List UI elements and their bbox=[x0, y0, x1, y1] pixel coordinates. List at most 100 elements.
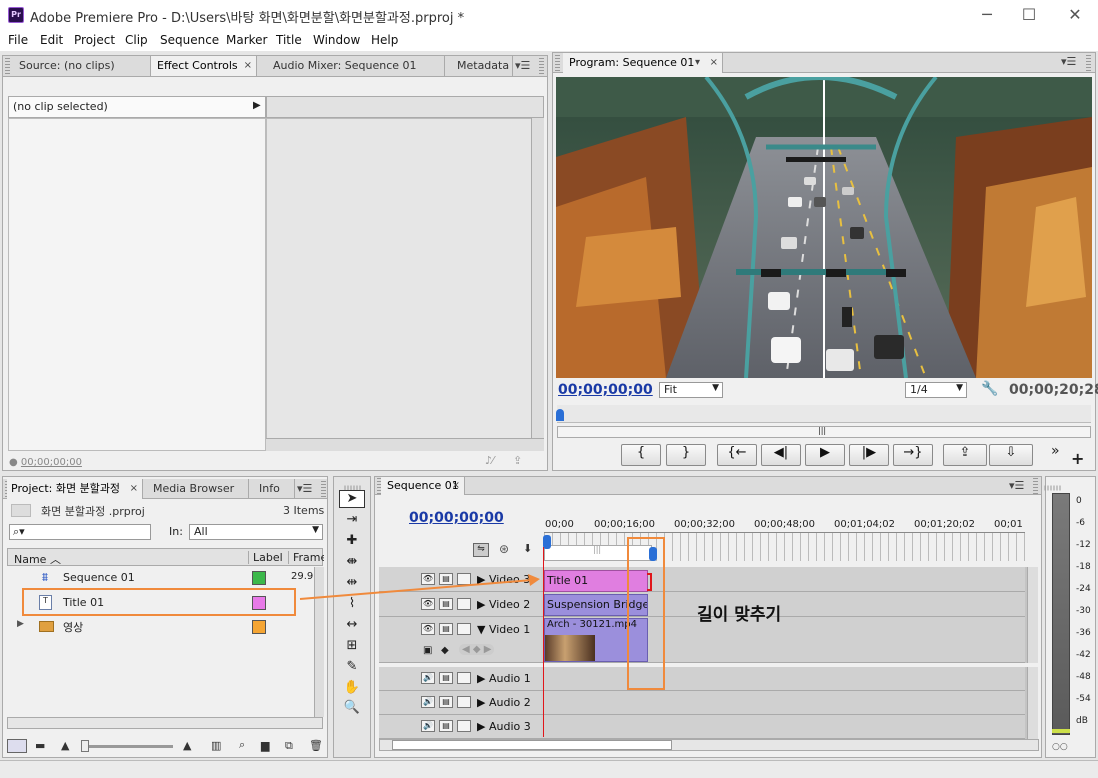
fit-dropdown[interactable]: Fit ▼ bbox=[659, 382, 723, 398]
tab-source[interactable]: Source: (no clips) bbox=[13, 56, 151, 76]
solo-buttons-icon[interactable]: ○○ bbox=[1052, 742, 1068, 752]
panel-grip[interactable] bbox=[1086, 55, 1091, 71]
tab-media-browser[interactable]: Media Browser bbox=[143, 479, 249, 499]
selection-tool-icon[interactable]: ➤ bbox=[339, 490, 365, 508]
play-triangle-icon[interactable]: ▶ bbox=[253, 100, 261, 111]
lift-button[interactable]: ⇪ bbox=[943, 444, 987, 466]
new-bin-icon[interactable]: ▆ bbox=[261, 739, 269, 752]
expand-triangle-icon[interactable]: ▶ bbox=[477, 696, 485, 709]
panel-grip[interactable] bbox=[321, 481, 326, 497]
zoom-slider-track[interactable] bbox=[81, 745, 173, 748]
menu-file[interactable]: File bbox=[8, 33, 28, 47]
icon-view-icon[interactable]: ▬ bbox=[35, 739, 45, 752]
maximize-button[interactable]: ☐ bbox=[1007, 2, 1051, 28]
sync-icon[interactable]: ▤ bbox=[439, 720, 453, 732]
snap-icon[interactable]: ⇋ bbox=[473, 543, 489, 557]
program-zoom-scrollbar[interactable]: ||| bbox=[557, 426, 1091, 438]
resolution-dropdown[interactable]: 1/4 ▼ bbox=[905, 382, 967, 398]
speaker-icon[interactable]: 🔊 bbox=[421, 720, 435, 732]
tab-effect-controls[interactable]: Effect Controls × bbox=[151, 56, 257, 76]
project-horizontal-scrollbar[interactable] bbox=[7, 717, 323, 729]
menu-project[interactable]: Project bbox=[74, 33, 115, 47]
tab-metadata[interactable]: Metadata bbox=[445, 56, 513, 76]
menu-sequence[interactable]: Sequence bbox=[160, 33, 219, 47]
zoom-tool-icon[interactable]: 🔍 bbox=[339, 700, 365, 718]
timeline-horizontal-scrollbar[interactable] bbox=[379, 739, 1039, 751]
zoom-slider-handle[interactable] bbox=[81, 740, 89, 752]
timeline-current-timecode[interactable]: 00;00;00;00 bbox=[409, 510, 504, 526]
column-frame-rate[interactable]: Frame R bbox=[288, 551, 324, 564]
audio-scrollbar[interactable] bbox=[1027, 667, 1038, 739]
label-color-swatch[interactable] bbox=[252, 571, 266, 585]
video-scrollbar[interactable] bbox=[1027, 567, 1038, 663]
add-button[interactable]: + bbox=[1071, 449, 1084, 468]
go-to-in-button[interactable]: {← bbox=[717, 444, 757, 466]
keyframe-icon[interactable]: ⊛ bbox=[499, 542, 509, 556]
track-select-tool-icon[interactable]: ⇥ bbox=[339, 512, 365, 530]
lock-icon[interactable] bbox=[457, 672, 471, 684]
minimize-button[interactable]: ─ bbox=[965, 2, 1009, 28]
panel-menu-icon[interactable]: ▾☰ bbox=[297, 482, 312, 495]
dropdown-icon[interactable]: ▾ bbox=[695, 53, 700, 72]
audio-icon[interactable]: ♪⁄ bbox=[485, 454, 494, 467]
project-search-input[interactable]: ⌕▾ bbox=[9, 524, 151, 540]
panel-menu-icon[interactable]: ▾☰ bbox=[1061, 55, 1076, 68]
track-lane-audio-1[interactable] bbox=[541, 667, 1025, 691]
effect-timecode-value[interactable]: 00;00;00;00 bbox=[21, 457, 82, 468]
slide-tool-icon[interactable]: ⊞ bbox=[339, 638, 365, 656]
track-lane-audio-2[interactable] bbox=[541, 691, 1025, 715]
program-time-ruler[interactable] bbox=[557, 405, 1091, 423]
sync-icon[interactable]: ▤ bbox=[439, 672, 453, 684]
slip-tool-icon[interactable]: ↔ bbox=[339, 617, 365, 635]
lock-icon[interactable] bbox=[457, 623, 471, 635]
panel-grip[interactable] bbox=[1033, 478, 1038, 494]
keyframe-toggle-icon[interactable]: ◆ bbox=[441, 645, 449, 656]
menu-window[interactable]: Window bbox=[313, 33, 360, 47]
add-marker-icon[interactable]: ⬇ bbox=[523, 542, 532, 555]
pen-tool-icon[interactable]: ✎ bbox=[339, 659, 365, 677]
program-video-frame[interactable] bbox=[556, 77, 1092, 378]
list-view-icon[interactable] bbox=[7, 739, 27, 753]
program-current-timecode[interactable]: 00;00;00;00 bbox=[558, 382, 653, 398]
close-tab-icon[interactable]: × bbox=[710, 53, 718, 72]
new-item-icon[interactable]: ⧉ bbox=[285, 739, 293, 753]
panel-grip[interactable] bbox=[1044, 485, 1061, 491]
in-point-marker[interactable] bbox=[543, 535, 551, 549]
menu-marker[interactable]: Marker bbox=[226, 33, 267, 47]
menu-title[interactable]: Title bbox=[276, 33, 302, 47]
panel-grip[interactable] bbox=[555, 55, 560, 71]
panel-grip[interactable] bbox=[539, 58, 544, 74]
speaker-icon[interactable]: 🔊 bbox=[421, 672, 435, 684]
display-style-icon[interactable]: ▣ bbox=[423, 645, 432, 656]
expand-triangle-icon[interactable]: ▶ bbox=[17, 619, 24, 629]
panel-menu-icon[interactable]: ▾☰ bbox=[515, 59, 530, 72]
mark-in-button[interactable]: { bbox=[621, 444, 661, 466]
eye-icon[interactable]: 👁 bbox=[421, 623, 435, 635]
menu-help[interactable]: Help bbox=[371, 33, 398, 47]
play-button[interactable]: ▶ bbox=[805, 444, 845, 466]
speaker-icon[interactable]: 🔊 bbox=[421, 696, 435, 708]
expand-triangle-icon[interactable]: ▶ bbox=[477, 672, 485, 685]
panel-menu-icon[interactable]: ▾☰ bbox=[1009, 479, 1024, 492]
tab-sequence-01[interactable]: Sequence 01 × bbox=[381, 477, 465, 495]
export-icon[interactable]: ⇪ bbox=[513, 454, 522, 467]
timeline-ruler[interactable]: 00;00 00;00;16;00 00;00;32;00 00;00;48;0… bbox=[544, 517, 1025, 533]
menu-clip[interactable]: Clip bbox=[125, 33, 148, 47]
collapse-triangle-icon[interactable]: ▼ bbox=[477, 623, 485, 636]
column-name[interactable]: Name ︿ bbox=[14, 551, 61, 567]
extract-button[interactable]: ⇩ bbox=[989, 444, 1033, 466]
automate-to-sequence-icon[interactable]: ▥ bbox=[211, 739, 221, 752]
close-tab-icon[interactable]: × bbox=[452, 477, 460, 494]
find-icon[interactable]: ⌕ bbox=[239, 738, 245, 752]
tab-info[interactable]: Info bbox=[249, 479, 295, 499]
tab-project[interactable]: Project: 화면 분할과정 × bbox=[7, 479, 143, 499]
expand-triangle-icon[interactable]: ▶ bbox=[477, 720, 485, 733]
track-lane-audio-3[interactable] bbox=[541, 715, 1025, 739]
tab-program[interactable]: Program: Sequence 01 ▾ × bbox=[563, 53, 723, 73]
close-tab-icon[interactable]: × bbox=[130, 479, 138, 498]
vertical-scrollbar[interactable] bbox=[531, 118, 544, 438]
scroll-thumb[interactable] bbox=[392, 740, 672, 750]
ripple-edit-tool-icon[interactable]: ✚ bbox=[339, 533, 365, 551]
zoom-out-icon[interactable]: ▲ bbox=[61, 739, 69, 752]
step-back-button[interactable]: ◀| bbox=[761, 444, 801, 466]
